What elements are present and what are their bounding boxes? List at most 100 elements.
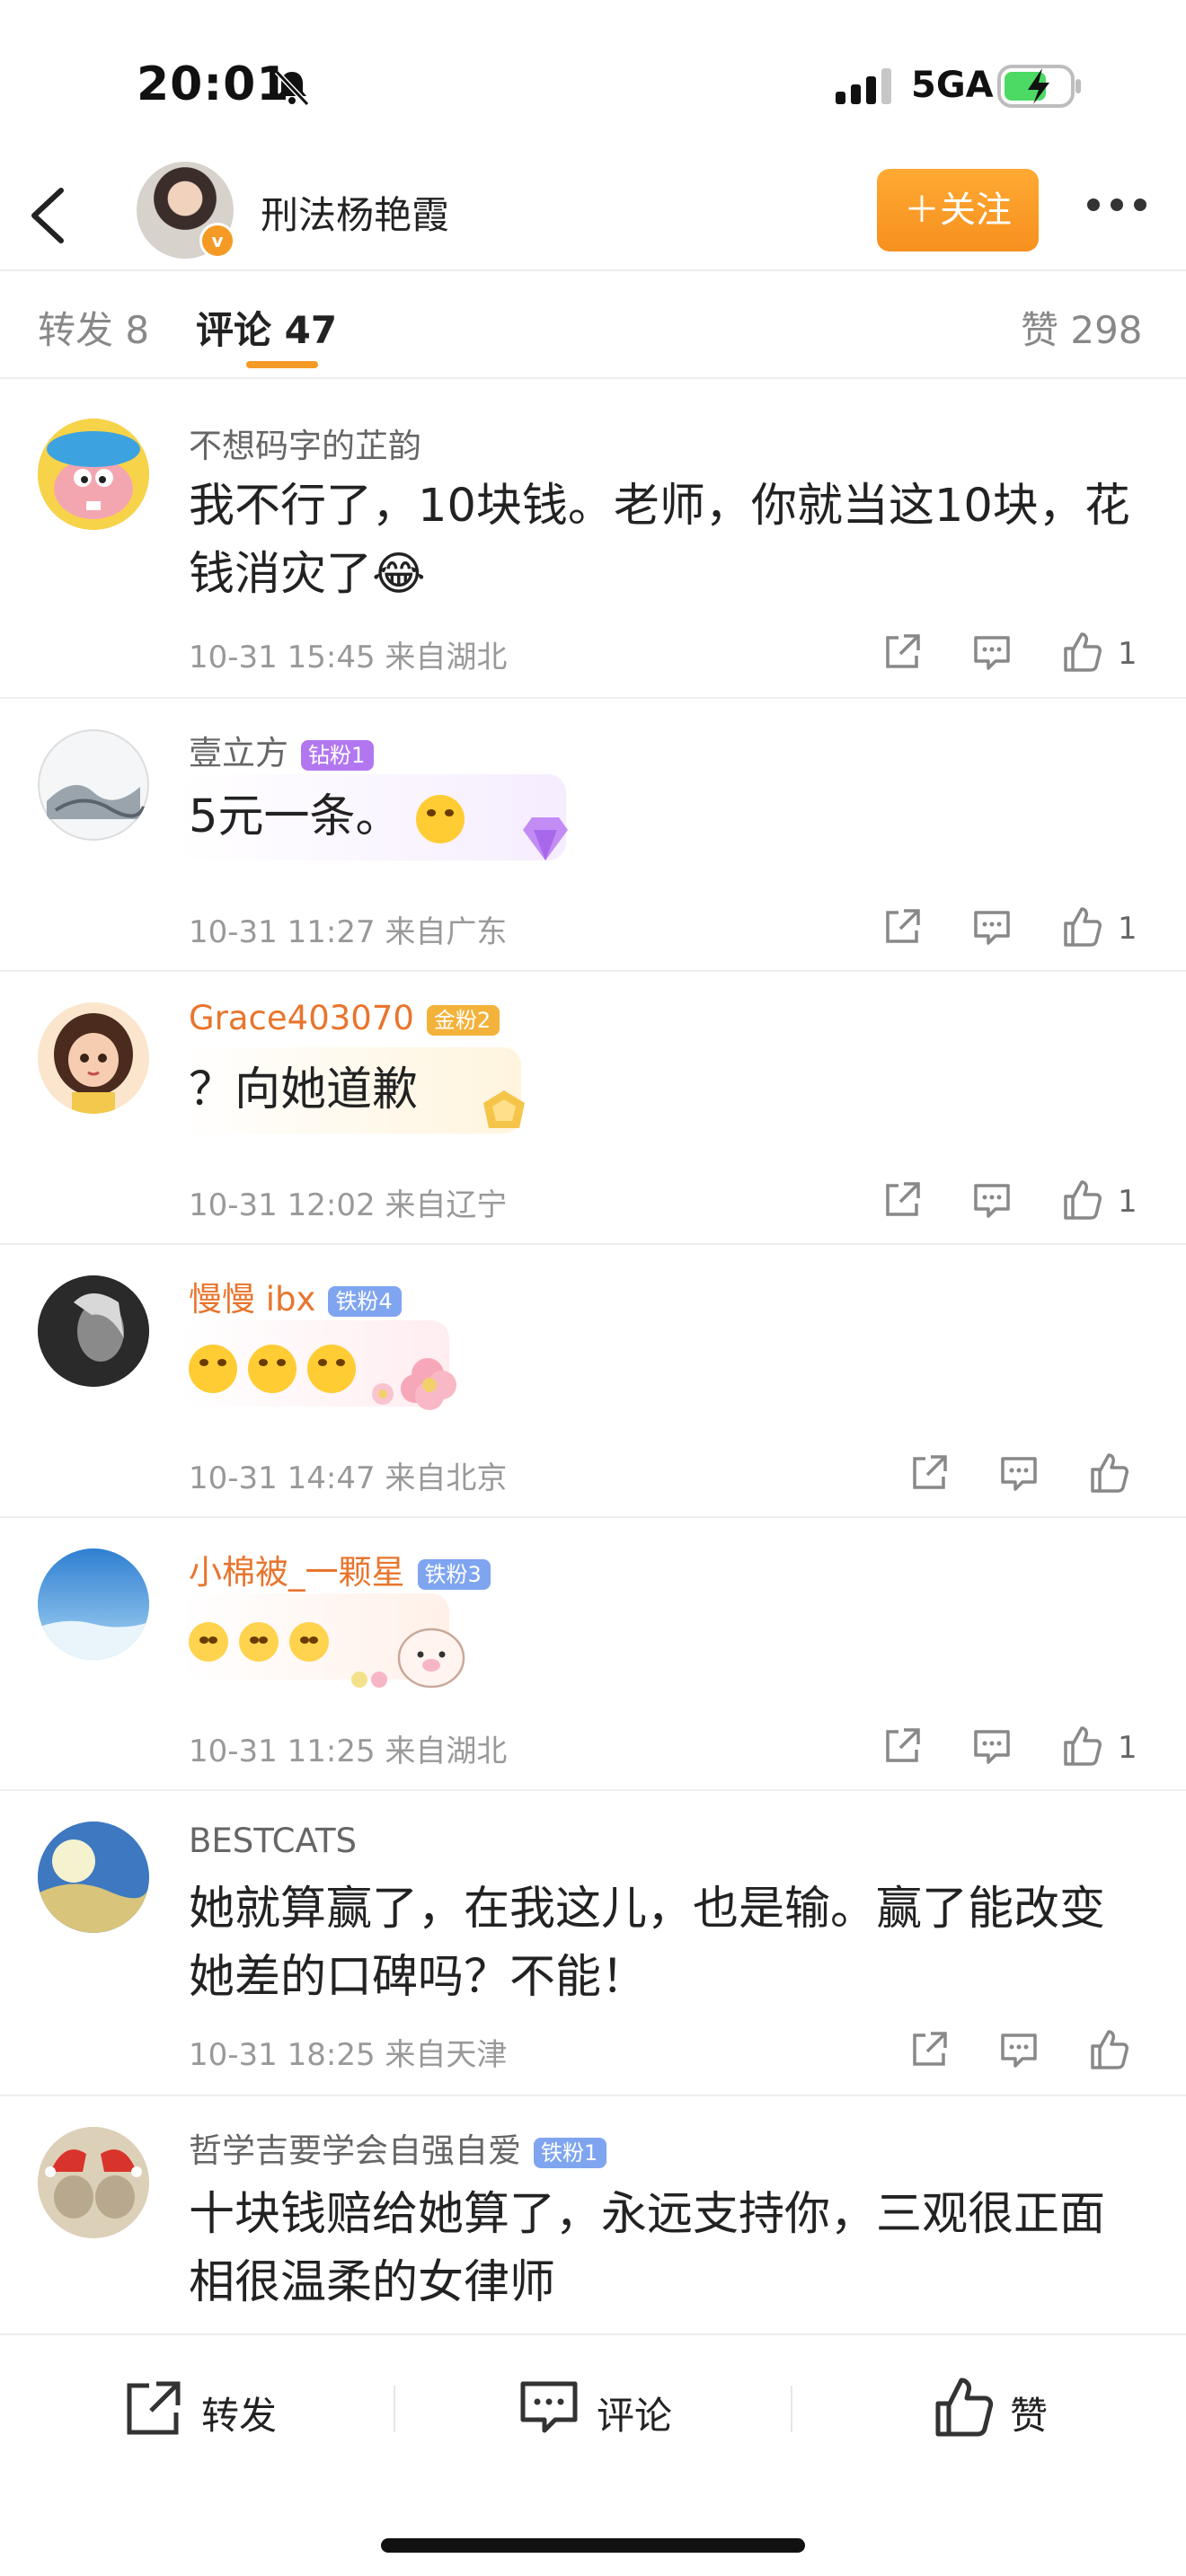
- comment-emojis: [189, 1333, 1141, 1401]
- bottom-action-bar: 转发 评论 赞: [0, 2333, 1186, 2488]
- comment-text: 她就算赢了，在我这儿，也是输。赢了能改变她差的口碑吗？不能！: [189, 1883, 1106, 2004]
- commenter-name[interactable]: BESTCATS: [189, 1822, 357, 1860]
- repost-button[interactable]: 转发: [122, 2377, 302, 2439]
- like-label: 赞: [1010, 2394, 1049, 2438]
- flower-icon: [372, 1358, 456, 1410]
- tab-repost[interactable]: 转发 8: [38, 300, 149, 355]
- laugh-cry-emoji: [415, 795, 465, 843]
- comment-meta: 10-31 11:25 来自湖北: [189, 1734, 508, 1769]
- thumbs-up-icon[interactable]: [1087, 1451, 1130, 1495]
- pig-sticker-icon: [351, 1628, 465, 1689]
- share-icon[interactable]: [881, 631, 924, 674]
- fan-badge: 铁粉4: [328, 1285, 402, 1317]
- commenter-avatar[interactable]: [38, 1822, 149, 1933]
- divider: [394, 2386, 395, 2432]
- like-count: 1: [1118, 1184, 1137, 1220]
- tab-likes[interactable]: 赞 298: [1021, 300, 1143, 355]
- comment-text: 我不行了，10块钱。老师，你就当这10块，花钱消灾了😂: [189, 480, 1130, 601]
- cell-signal-icon: [836, 68, 891, 104]
- commenter-name[interactable]: 慢慢 ibx 铁粉4: [189, 1272, 402, 1320]
- nodding-emoji: [189, 1622, 228, 1662]
- laugh-cry-emoji: [189, 1345, 237, 1393]
- cartoon-avatar-icon: [38, 419, 149, 530]
- follow-button[interactable]: ＋关注: [877, 169, 1039, 251]
- fan-badge: 铁粉1: [534, 2137, 607, 2168]
- reply-icon[interactable]: [970, 631, 1013, 674]
- comment-item: 壹立方 钻粉1 5元一条。 10-31 11:27 来自广东 1: [0, 699, 1186, 972]
- comment-actions: [907, 2028, 1150, 2082]
- tab-active-indicator: [246, 361, 318, 368]
- reply-icon[interactable]: [970, 1725, 1013, 1768]
- battery-charging-icon: [997, 65, 1081, 108]
- fan-badge: 金粉2: [426, 1004, 500, 1036]
- divider: [791, 2386, 792, 2432]
- repost-label: 转发: [201, 2394, 278, 2438]
- more-options-icon[interactable]: [1085, 194, 1148, 216]
- share-icon[interactable]: [881, 1178, 924, 1222]
- commenter-avatar[interactable]: [38, 2127, 149, 2238]
- reply-icon[interactable]: [997, 2028, 1040, 2071]
- nav-bar: v 刑法杨艳霞 ＋关注: [0, 162, 1186, 271]
- comment-actions: 1: [881, 1725, 1150, 1778]
- dark-portrait-avatar-icon: [38, 1275, 149, 1387]
- comment-label: 评论: [597, 2394, 673, 2438]
- comment-item: 哲学吉要学会自强自爱 铁粉1 十块钱赔给她算了，永远支持你，三观很正面相很温柔的女…: [0, 2096, 1186, 2328]
- commenter-name[interactable]: 哲学吉要学会自强自爱 铁粉1: [189, 2123, 607, 2172]
- reply-icon[interactable]: [997, 1451, 1040, 1495]
- ink-landscape-avatar-icon: [38, 729, 149, 841]
- commenter-avatar[interactable]: [38, 1002, 149, 1114]
- comment-meta: 10-31 18:25 来自天津: [189, 2037, 508, 2073]
- share-icon[interactable]: [907, 1451, 951, 1495]
- comment-meta: 10-31 12:02 来自辽宁: [189, 1187, 508, 1223]
- share-icon[interactable]: [881, 1725, 924, 1768]
- comment-button[interactable]: 评论: [518, 2377, 697, 2439]
- fan-badge: 钻粉1: [301, 739, 375, 771]
- thumbs-up-icon[interactable]: [1060, 1178, 1103, 1222]
- share-icon[interactable]: [881, 905, 924, 948]
- thumbs-up-icon[interactable]: [1060, 1725, 1103, 1768]
- comment-meta: 10-31 15:45 来自湖北: [189, 640, 508, 675]
- thumbs-up-icon[interactable]: [1060, 631, 1103, 674]
- sky-avatar-icon: [38, 1548, 149, 1660]
- commenter-avatar[interactable]: [38, 1275, 149, 1387]
- comment-item: 慢慢 ibx 铁粉4 10-31 14:47 来自北京: [0, 1245, 1186, 1518]
- christmas-hat-avatar-icon: [38, 2127, 149, 2238]
- like-count: 1: [1118, 911, 1137, 947]
- comment-actions: 1: [881, 631, 1150, 684]
- laugh-cry-emoji: [307, 1345, 356, 1393]
- comment-actions: [907, 1451, 1150, 1505]
- like-count: 1: [1118, 636, 1137, 672]
- commenter-avatar[interactable]: [38, 1548, 149, 1660]
- like-count: 1: [1118, 1730, 1137, 1766]
- commenter-name[interactable]: 壹立方 钻粉1: [189, 726, 375, 774]
- author-name[interactable]: 刑法杨艳霞: [261, 185, 449, 240]
- sunburst-avatar-icon: [38, 1822, 149, 1933]
- comment-item: BESTCATS 她就算赢了，在我这儿，也是输。赢了能改变她差的口碑吗？不能！ …: [0, 1791, 1186, 2096]
- share-icon[interactable]: [907, 2028, 951, 2071]
- reply-icon[interactable]: [970, 1178, 1013, 1222]
- commenter-avatar[interactable]: [38, 419, 149, 530]
- commenter-avatar[interactable]: [38, 729, 149, 841]
- comment-item: Grace403070 金粉2 ？向她道歉 10-31 12:02 来自辽宁 1: [0, 972, 1186, 1245]
- tab-comment[interactable]: 评论 47: [196, 300, 337, 355]
- comment-meta: 10-31 11:27 来自广东: [189, 914, 508, 950]
- thumbs-up-icon[interactable]: [1060, 905, 1103, 948]
- girl-cartoon-avatar-icon: [38, 1002, 149, 1114]
- home-indicator: [381, 2538, 805, 2553]
- commenter-name[interactable]: 不想码字的芷韵: [189, 419, 421, 467]
- like-button[interactable]: 赞: [933, 2377, 1076, 2439]
- tab-bar: 转发 8 评论 47 赞 298: [0, 269, 1186, 379]
- back-arrow-icon[interactable]: [22, 183, 75, 248]
- commenter-name[interactable]: Grace403070 金粉2: [189, 999, 500, 1037]
- comment-meta: 10-31 14:47 来自北京: [189, 1460, 508, 1496]
- comment-text: ？向她道歉: [189, 1063, 419, 1116]
- status-bar: 20:01 5GA: [0, 0, 1186, 162]
- comment-icon: [520, 2381, 578, 2433]
- thumbs-up-icon[interactable]: [1087, 2028, 1130, 2071]
- nodding-emoji: [289, 1622, 329, 1662]
- mute-bell-icon: [274, 69, 310, 107]
- commenter-name[interactable]: 小棉被_一颗星 铁粉3: [189, 1545, 491, 1593]
- comment-item: 小棉被_一颗星 铁粉3 10-31 11:25 来自湖北 1: [0, 1518, 1186, 1791]
- repost-icon: [127, 2381, 181, 2435]
- reply-icon[interactable]: [970, 905, 1013, 948]
